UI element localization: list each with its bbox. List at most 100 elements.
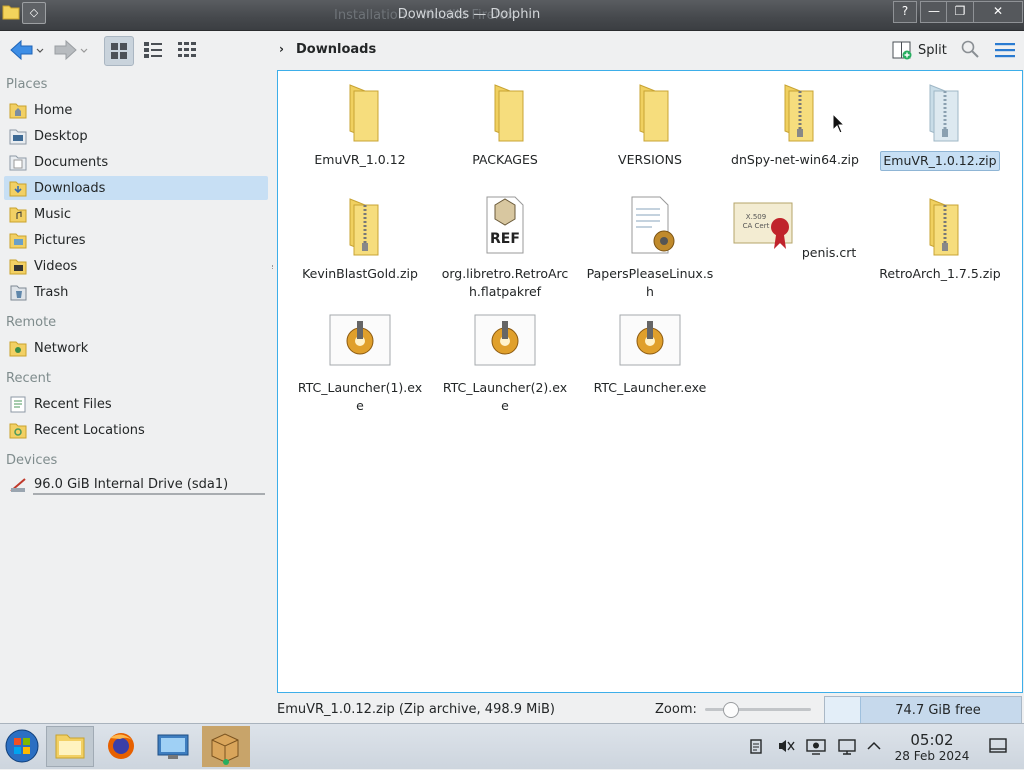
videos-folder-icon	[9, 259, 27, 275]
system-settings-icon	[157, 734, 189, 759]
file-item-zip[interactable]: KevinBlastGold.zip	[293, 193, 427, 283]
split-button[interactable]: Split	[891, 38, 947, 62]
ref-file-icon: REF	[486, 196, 524, 254]
taskbar-system-settings[interactable]	[150, 726, 198, 767]
desktop-icon	[9, 129, 27, 145]
package-icon	[211, 733, 239, 765]
icons-view-button[interactable]	[104, 36, 134, 66]
title-bar: ◇ Installation... Mozilla Firefox Downlo…	[0, 0, 1024, 31]
breadcrumb-current[interactable]: Downloads	[296, 42, 376, 57]
help-button[interactable]: ?	[893, 1, 917, 23]
zoom-label: Zoom:	[655, 702, 697, 717]
documents-icon	[9, 155, 27, 171]
firefox-icon	[108, 733, 134, 759]
search-icon[interactable]	[960, 39, 980, 59]
recent-files-icon	[10, 396, 26, 413]
volume-muted-icon[interactable]	[777, 738, 795, 754]
home-folder-icon	[9, 103, 27, 119]
places-item-trash[interactable]: Trash	[4, 280, 268, 304]
taskbar-dolphin[interactable]	[46, 726, 94, 767]
display-config-icon[interactable]	[806, 738, 826, 756]
zip-archive-icon	[929, 84, 959, 142]
script-file-icon	[631, 196, 675, 254]
clock-date: 28 Feb 2024	[894, 749, 970, 763]
recent-section-header: Recent	[6, 371, 51, 386]
drive-usage-bar	[33, 493, 265, 495]
executable-icon	[474, 314, 536, 366]
panel-splitter[interactable]	[272, 265, 276, 269]
taskbar: 05:02 28 Feb 2024	[0, 723, 1024, 769]
clipboard-icon[interactable]	[748, 738, 764, 754]
svg-text:REF: REF	[490, 231, 520, 247]
zoom-slider-handle[interactable]	[723, 702, 740, 718]
file-item-exe[interactable]: RTC_Launcher(1).exe	[293, 307, 427, 415]
places-item-recent-files[interactable]: Recent Files	[4, 392, 268, 416]
music-folder-icon	[9, 207, 27, 223]
show-hidden-icons-chevron-icon[interactable]	[866, 740, 882, 752]
file-item-certificate[interactable]: X.509 CA Cert penis.crt	[728, 193, 862, 262]
places-item-home[interactable]: Home	[4, 98, 268, 122]
network-icon	[9, 341, 27, 357]
clock[interactable]: 05:02 28 Feb 2024	[886, 731, 978, 764]
split-view-icon	[892, 41, 912, 60]
maximize-button[interactable]: ❐	[946, 1, 974, 23]
close-button[interactable]: ✕	[973, 1, 1023, 23]
taskbar-package-installer[interactable]	[202, 726, 250, 767]
file-item-folder[interactable]: EmuVR_1.0.12	[293, 79, 427, 169]
hamburger-menu-icon[interactable]	[994, 41, 1016, 59]
details-view-button[interactable]	[173, 36, 201, 64]
minimize-button[interactable]: —	[920, 1, 948, 23]
places-panel: Places Home Desktop Documents Downloads …	[0, 70, 272, 722]
taskbar-firefox[interactable]	[98, 726, 146, 767]
places-section-header: Places	[6, 77, 48, 92]
file-item-zip[interactable]: RetroArch_1.7.5.zip	[873, 193, 1007, 283]
folder-icon	[494, 84, 524, 142]
compact-view-button[interactable]	[139, 36, 167, 64]
file-item-exe[interactable]: RTC_Launcher.exe	[583, 307, 717, 397]
back-button[interactable]	[8, 37, 48, 63]
file-manager-icon	[55, 734, 85, 759]
remote-section-header: Remote	[6, 315, 57, 330]
devices-section-header: Devices	[6, 453, 58, 468]
places-item-network[interactable]: Network	[4, 336, 268, 360]
breadcrumb-chevron-icon[interactable]: ›	[279, 42, 284, 56]
executable-icon	[619, 314, 681, 366]
selection-info: EmuVR_1.0.12.zip (Zip archive, 498.9 MiB…	[277, 702, 555, 717]
trash-icon	[10, 285, 27, 301]
recent-locations-icon	[9, 423, 27, 439]
places-item-documents[interactable]: Documents	[4, 150, 268, 174]
forward-button[interactable]	[52, 37, 92, 63]
file-item-folder[interactable]: PACKAGES	[438, 79, 572, 169]
svg-text:X.509: X.509	[746, 213, 766, 221]
file-item-script[interactable]: PapersPleaseLinux.sh	[583, 193, 717, 301]
places-item-downloads[interactable]: Downloads	[4, 176, 268, 200]
places-item-music[interactable]: Music	[4, 202, 268, 226]
places-item-pictures[interactable]: Pictures	[4, 228, 268, 252]
file-view[interactable]: EmuVR_1.0.12 PACKAGES VERSIONS dnSpy-net…	[277, 70, 1023, 693]
free-space-text: 74.7 GiB free	[895, 703, 981, 718]
folder-icon	[639, 84, 669, 142]
executable-icon	[329, 314, 391, 366]
window-title: Downloads — Dolphin	[397, 7, 541, 22]
mouse-cursor-icon	[832, 113, 846, 134]
show-desktop-icon[interactable]	[988, 737, 1008, 755]
file-item-zip-selected[interactable]: EmuVR_1.0.12.zip	[873, 79, 1007, 171]
places-item-videos[interactable]: Videos	[4, 254, 268, 278]
zoom-slider[interactable]	[705, 702, 811, 718]
file-item-flatpakref[interactable]: REF org.libretro.RetroArch.flatpakref	[438, 193, 572, 301]
drive-icon	[10, 478, 26, 492]
zip-archive-icon	[784, 84, 814, 142]
file-item-folder[interactable]: VERSIONS	[583, 79, 717, 169]
file-item-exe[interactable]: RTC_Launcher(2).exe	[438, 307, 572, 415]
status-bar: EmuVR_1.0.12.zip (Zip archive, 498.9 MiB…	[0, 695, 1024, 724]
free-space-indicator[interactable]: 74.7 GiB free	[824, 696, 1022, 724]
certificate-icon: X.509 CA Cert	[733, 202, 793, 249]
start-menu-icon[interactable]	[4, 728, 40, 764]
places-item-recent-locations[interactable]: Recent Locations	[4, 418, 268, 442]
svg-text:CA Cert: CA Cert	[742, 222, 769, 230]
pictures-folder-icon	[9, 233, 27, 249]
network-status-icon[interactable]	[837, 738, 857, 756]
split-label: Split	[918, 42, 947, 58]
clock-time: 05:02	[910, 731, 954, 749]
places-item-desktop[interactable]: Desktop	[4, 124, 268, 148]
